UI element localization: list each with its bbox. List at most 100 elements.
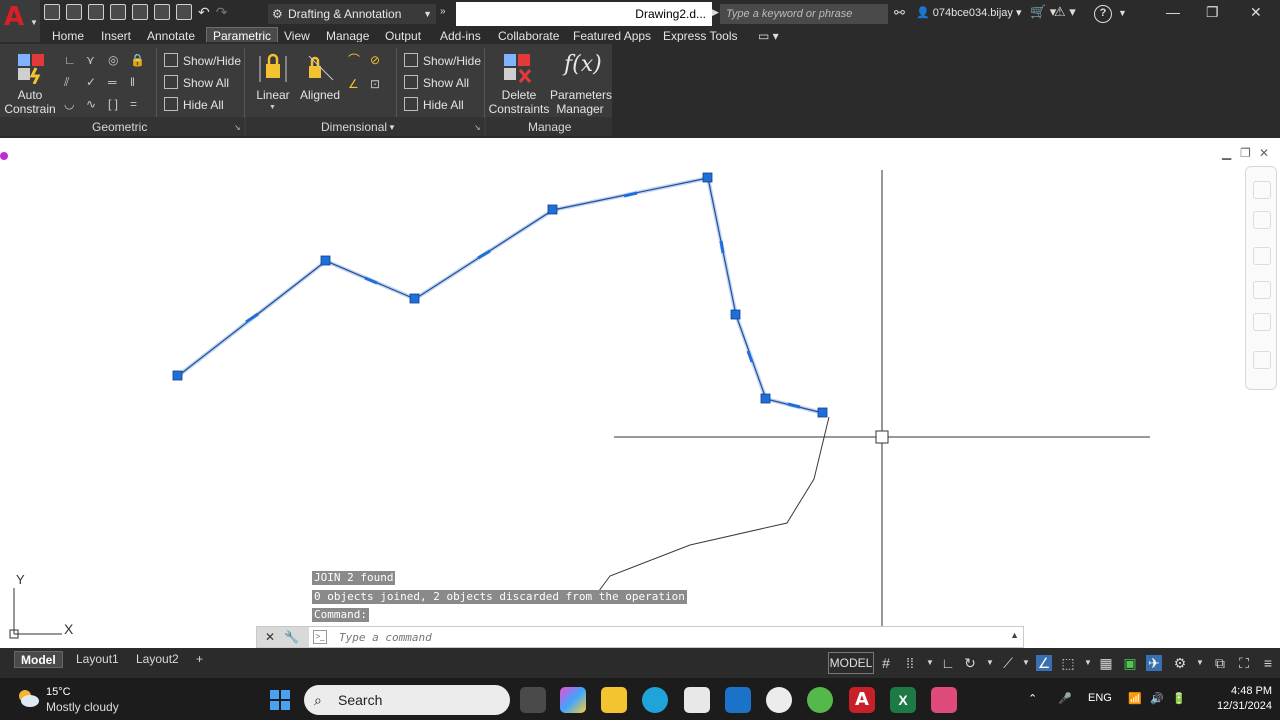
manage-panel-title[interactable]: Manage xyxy=(528,120,571,134)
open-web-icon[interactable] xyxy=(132,4,148,20)
user-account[interactable]: 👤 074bce034.bijay ▾ xyxy=(916,6,1021,19)
minimize-icon[interactable]: — xyxy=(1166,4,1180,20)
dimensional-show-hide-button[interactable]: Show/Hide xyxy=(404,53,481,68)
chevron-down-icon[interactable]: ▼ xyxy=(982,655,998,671)
tab-layout2[interactable]: Layout2 xyxy=(130,651,185,668)
object-snap-tracking-icon[interactable]: ∠ xyxy=(1036,655,1052,671)
plot-icon[interactable] xyxy=(176,4,192,20)
chevron-down-icon[interactable]: ▼ xyxy=(388,123,396,132)
aligned-button[interactable]: Aligned xyxy=(298,48,342,118)
arrow-right-icon[interactable]: ▶ xyxy=(712,7,719,18)
cart-icon[interactable]: 🛒 ▾ xyxy=(1030,4,1056,20)
excel-icon[interactable]: X xyxy=(890,687,916,713)
microphone-icon[interactable]: 🎤 xyxy=(1058,692,1072,705)
symmetric-icon[interactable]: [ ] xyxy=(108,98,122,110)
vertex-grips[interactable] xyxy=(172,172,828,418)
selected-polyline[interactable] xyxy=(177,177,824,414)
selection-cycling-icon[interactable]: ▣ xyxy=(1122,655,1138,671)
equal-icon[interactable]: = xyxy=(130,98,144,110)
isolate-objects-icon[interactable]: ⧉ xyxy=(1212,655,1228,671)
new-file-icon[interactable] xyxy=(44,4,60,20)
drawing-canvas[interactable] xyxy=(0,138,1280,648)
isodraft-icon[interactable]: ⟋ xyxy=(1000,655,1016,671)
snap-icon[interactable]: ⁞⁞ xyxy=(902,655,918,671)
wrench-icon[interactable]: 🔧 xyxy=(284,630,299,644)
angular-icon[interactable]: ∠ xyxy=(348,78,362,90)
redo-icon[interactable]: ↷ xyxy=(216,4,228,20)
perpendicular-icon[interactable]: ✓ xyxy=(86,76,100,88)
lower-polyline[interactable] xyxy=(589,416,830,604)
save-as-icon[interactable] xyxy=(110,4,126,20)
model-space-button[interactable]: MODEL xyxy=(828,652,874,674)
drawing-svg[interactable] xyxy=(0,138,1280,648)
dimensional-show-all-button[interactable]: Show All xyxy=(404,75,469,90)
vertical-icon[interactable]: ‖ xyxy=(130,76,144,88)
more-tools-icon[interactable]: » xyxy=(440,6,446,17)
dimensional-panel-title[interactable]: Dimensional xyxy=(321,120,387,134)
show-hidden-icons[interactable]: ⌃ xyxy=(1028,692,1037,705)
command-input[interactable] xyxy=(339,628,999,646)
gear-icon[interactable]: ⚙ xyxy=(1172,655,1188,671)
qgis-icon[interactable] xyxy=(807,687,833,713)
ortho-icon[interactable]: ∟ xyxy=(940,655,956,671)
annotation-scale-icon[interactable]: ✈ xyxy=(1146,655,1162,671)
undo-icon[interactable]: ↶ xyxy=(198,4,210,20)
geometric-panel-title[interactable]: Geometric xyxy=(92,120,147,134)
add-layout-button[interactable]: + xyxy=(190,651,209,668)
help-search-input[interactable]: Type a keyword or phrase xyxy=(720,4,888,24)
windows-start-button[interactable] xyxy=(270,690,290,710)
media-app-icon[interactable] xyxy=(766,687,792,713)
outlook-icon[interactable] xyxy=(725,687,751,713)
help-icon[interactable]: ? xyxy=(1094,5,1112,23)
parallel-icon[interactable]: ⫽ xyxy=(64,76,78,88)
battery-icon[interactable]: 🔋 xyxy=(1172,692,1186,705)
grid-icon[interactable]: # xyxy=(878,655,894,671)
tab-model[interactable]: Model xyxy=(14,651,63,668)
chevron-down-icon[interactable]: ▼ xyxy=(1192,655,1208,671)
autocad-taskbar-icon[interactable]: A xyxy=(849,687,875,713)
showmotion-icon[interactable] xyxy=(1253,351,1271,369)
save-web-icon[interactable] xyxy=(154,4,170,20)
auto-constrain-button[interactable]: Auto Constrain xyxy=(4,48,56,118)
object-snap-icon[interactable]: ⬚ xyxy=(1060,655,1076,671)
dialog-launcher-icon[interactable]: ↘ xyxy=(474,123,481,132)
chevron-down-icon[interactable]: ▼ xyxy=(1018,655,1034,671)
file-explorer-icon[interactable] xyxy=(601,687,627,713)
coincident-icon[interactable]: ∟ xyxy=(64,54,78,66)
fullscreen-icon[interactable]: ⛶ xyxy=(1236,655,1252,671)
dimensional-hide-all-button[interactable]: Hide All xyxy=(404,97,464,112)
snipping-tool-icon[interactable] xyxy=(931,687,957,713)
taskbar-clock[interactable]: 4:48 PM 12/31/2024 xyxy=(1196,684,1272,714)
pan-icon[interactable] xyxy=(1253,247,1271,265)
transparency-icon[interactable]: ▦ xyxy=(1098,655,1114,671)
dialog-launcher-icon[interactable]: ↘ xyxy=(234,123,241,132)
viewport-restore-icon[interactable]: ❐ xyxy=(1240,146,1251,160)
edge-browser-icon[interactable] xyxy=(642,687,668,713)
horizontal-icon[interactable]: ═ xyxy=(108,76,122,88)
tab-layout1[interactable]: Layout1 xyxy=(70,651,125,668)
orbit-icon[interactable] xyxy=(1253,313,1271,331)
binoculars-icon[interactable]: ⚯ xyxy=(894,5,905,21)
full-navigation-icon[interactable] xyxy=(1253,211,1271,229)
application-menu-button[interactable]: A ▼ xyxy=(0,0,40,42)
geometric-hide-all-button[interactable]: Hide All xyxy=(164,97,224,112)
save-icon[interactable] xyxy=(88,4,104,20)
volume-icon[interactable]: 🔊 xyxy=(1150,692,1164,705)
workspace-dropdown[interactable]: ⚙ Drafting & Annotation ▼ xyxy=(268,4,436,24)
task-view-icon[interactable] xyxy=(520,687,546,713)
taskbar-search[interactable]: ⌕ Search xyxy=(304,685,510,715)
diameter-icon[interactable]: ⊘ xyxy=(370,54,384,66)
polar-icon[interactable]: ↻ xyxy=(962,655,978,671)
geometric-show-hide-button[interactable]: Show/Hide xyxy=(164,53,241,68)
fix-icon[interactable]: 🔒 xyxy=(130,54,145,66)
microsoft-store-icon[interactable] xyxy=(684,687,710,713)
chevron-up-icon[interactable]: ▲ xyxy=(1010,630,1019,640)
command-prompt-icon[interactable]: >_ xyxy=(313,630,327,644)
tangent-icon[interactable]: ◡ xyxy=(64,98,78,110)
smooth-icon[interactable]: ∿ xyxy=(86,98,100,110)
viewport-close-icon[interactable]: ✕ xyxy=(1259,146,1269,160)
radius-icon[interactable]: ⌒ xyxy=(348,54,362,66)
open-file-icon[interactable] xyxy=(66,4,82,20)
linear-button[interactable]: Linear ▼ xyxy=(254,48,292,118)
close-icon[interactable]: ✕ xyxy=(265,630,275,644)
